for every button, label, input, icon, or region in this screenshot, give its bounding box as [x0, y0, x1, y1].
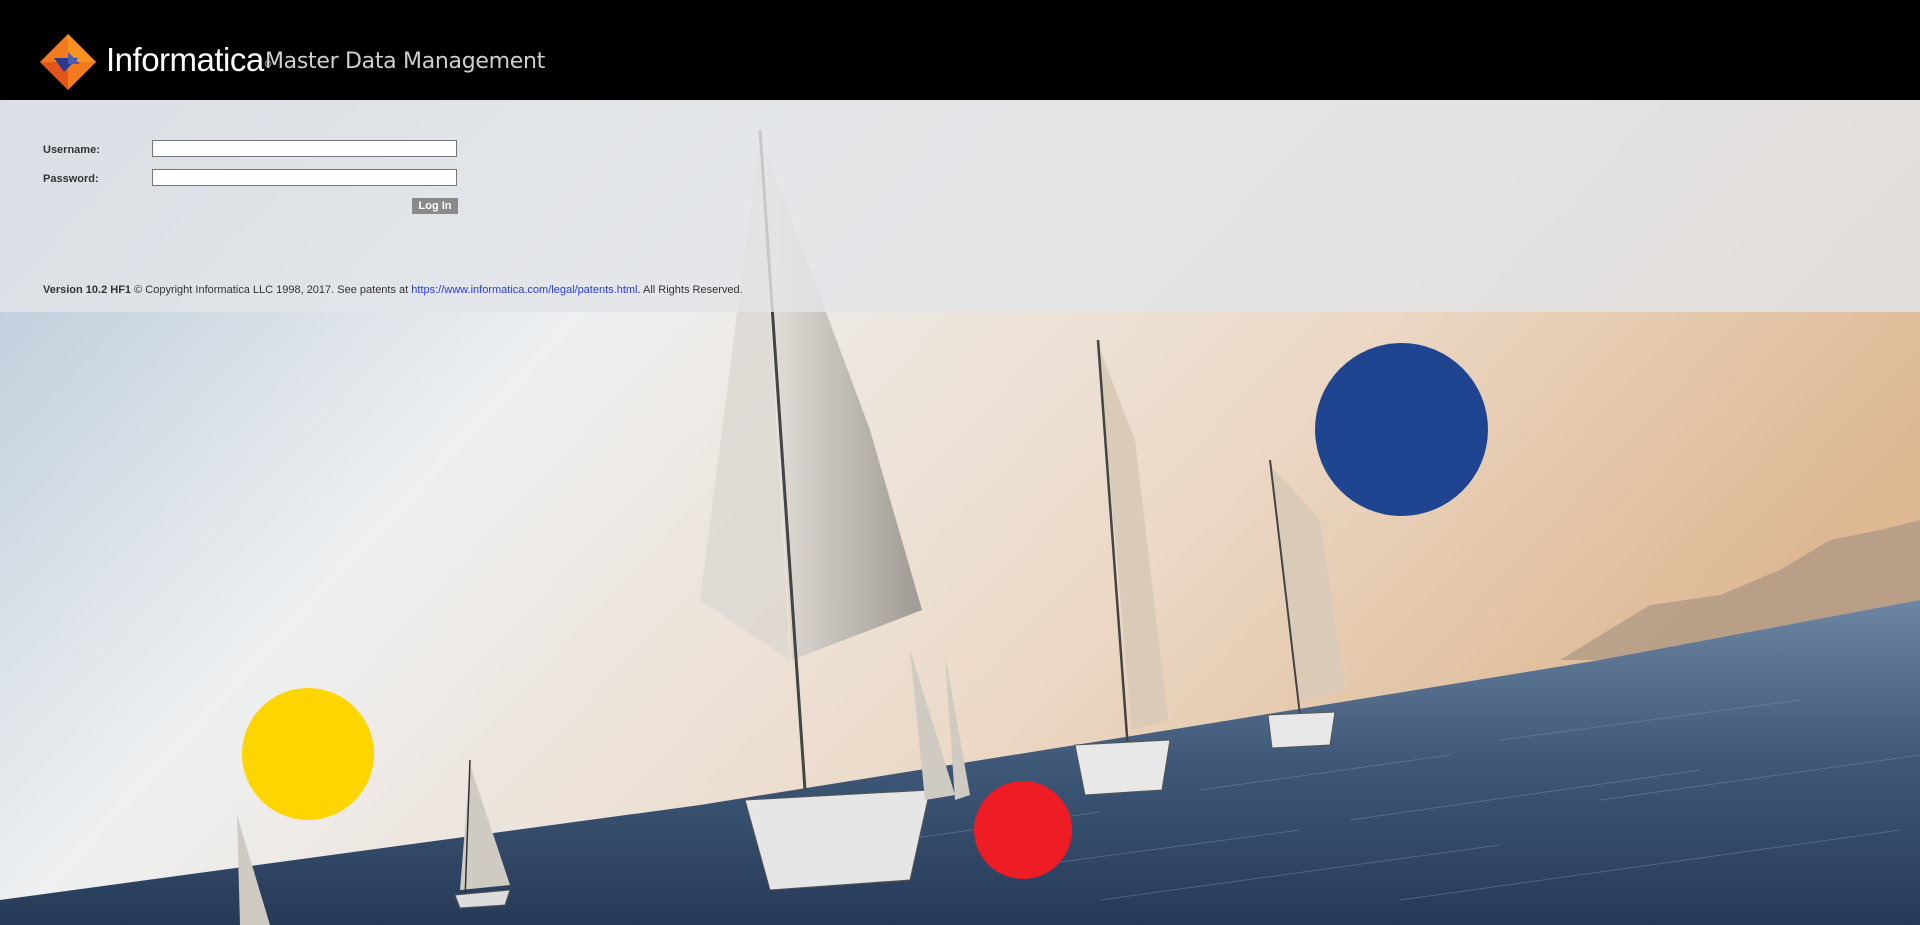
version-copyright-line: Version 10.2 HF1 © Copyright Informatica… — [43, 284, 743, 296]
login-page: Username: Password: Log In Version 10.2 … — [0, 0, 1920, 925]
password-field[interactable] — [152, 169, 457, 186]
password-label: Password: — [43, 173, 99, 185]
username-field[interactable] — [152, 140, 457, 157]
version-label: Version 10.2 HF1 — [43, 284, 132, 296]
rights-text: . All Rights Reserved. — [637, 284, 743, 296]
informatica-diamond-logo-icon — [40, 34, 96, 90]
log-in-button[interactable]: Log In — [412, 198, 458, 214]
copyright-text: © Copyright Informatica LLC 1998, 2017. … — [134, 284, 409, 296]
decorative-blue-circle — [1315, 343, 1488, 516]
username-label: Username: — [43, 144, 100, 156]
brand-name-text: Informatica — [106, 41, 264, 78]
decorative-red-circle — [974, 781, 1072, 879]
header-bar: Informatica® Master Data Management — [0, 0, 1920, 100]
login-panel — [0, 100, 1920, 312]
product-name: Master Data Management — [265, 49, 545, 74]
patents-link[interactable]: https://www.informatica.com/legal/patent… — [411, 284, 637, 296]
decorative-yellow-circle — [242, 688, 374, 820]
brand-name: Informatica® — [106, 40, 271, 80]
